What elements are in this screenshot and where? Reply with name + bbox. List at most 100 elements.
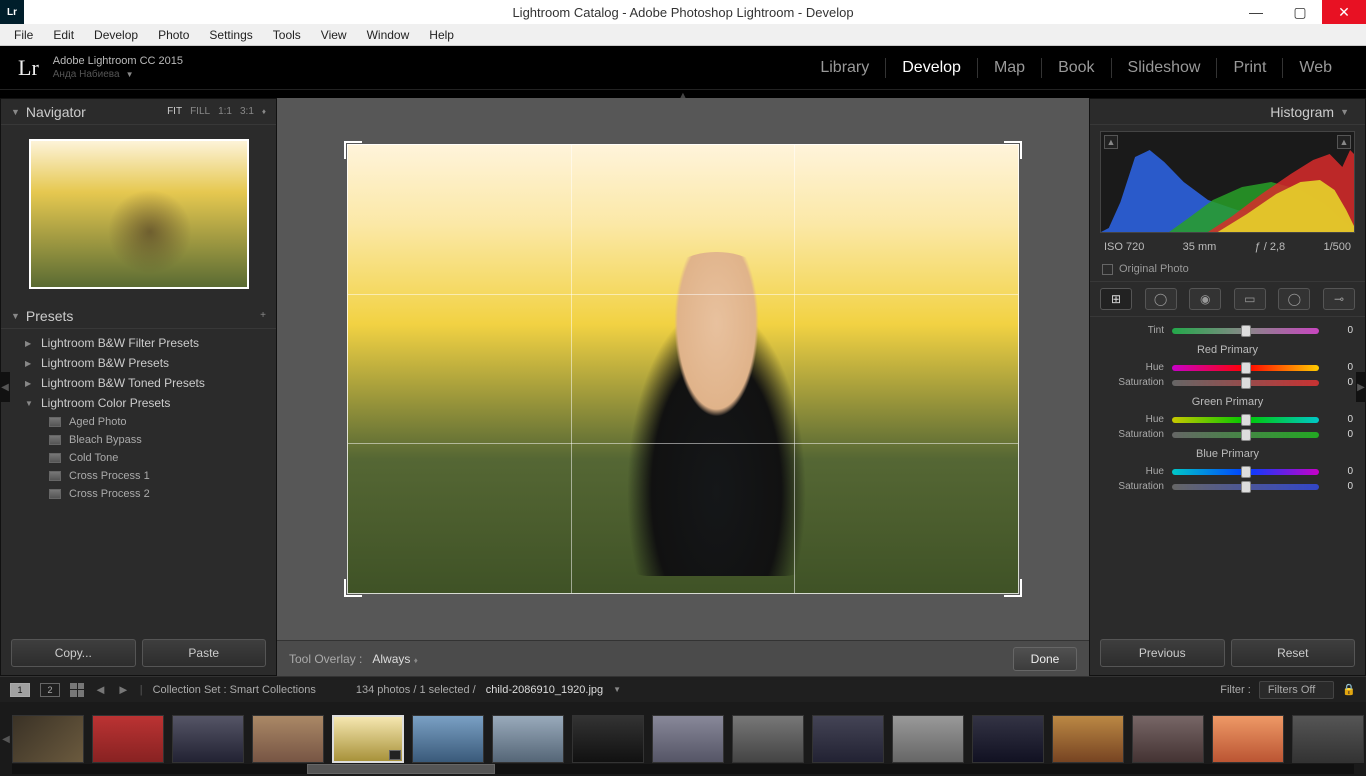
radial-tool[interactable]: ◯ bbox=[1278, 288, 1310, 310]
filmstrip-thumb[interactable] bbox=[572, 715, 644, 763]
done-button[interactable]: Done bbox=[1013, 647, 1077, 671]
image-canvas-area[interactable] bbox=[277, 98, 1089, 640]
crop-handle-tr[interactable] bbox=[1004, 141, 1022, 159]
filter-dropdown[interactable]: Filters Off bbox=[1259, 681, 1334, 699]
saturation-slider-row[interactable]: Saturation0 bbox=[1102, 375, 1353, 390]
filmstrip-thumb[interactable] bbox=[412, 715, 484, 763]
monitor-1-button[interactable]: 1 bbox=[10, 683, 30, 697]
menu-tools[interactable]: Tools bbox=[263, 26, 311, 44]
gradient-tool[interactable]: ▭ bbox=[1234, 288, 1266, 310]
crop-handle-br[interactable] bbox=[1004, 579, 1022, 597]
presets-header[interactable]: ▼Presets + bbox=[1, 303, 276, 329]
menu-file[interactable]: File bbox=[4, 26, 43, 44]
saturation-slider-row[interactable]: Saturation0 bbox=[1102, 427, 1353, 442]
filmstrip-thumb[interactable] bbox=[1292, 715, 1364, 763]
hue-slider-row[interactable]: Hue0 bbox=[1102, 412, 1353, 427]
identity-plate-user[interactable]: Анда Набиева▼ bbox=[53, 69, 183, 80]
menu-settings[interactable]: Settings bbox=[199, 26, 262, 44]
prev-photo-icon[interactable]: ◄ bbox=[94, 682, 107, 697]
tint-slider-row[interactable]: Tint 0 bbox=[1102, 323, 1353, 338]
filmstrip-thumb[interactable] bbox=[652, 715, 724, 763]
filename[interactable]: child-2086910_1920.jpg bbox=[486, 684, 603, 696]
filmstrip-thumb[interactable] bbox=[332, 715, 404, 763]
module-develop[interactable]: Develop bbox=[886, 58, 978, 78]
maximize-button[interactable]: ▢ bbox=[1278, 0, 1322, 24]
zoom-fill[interactable]: FILL bbox=[190, 106, 210, 117]
filmstrip-thumb[interactable] bbox=[492, 715, 564, 763]
reset-button[interactable]: Reset bbox=[1231, 639, 1356, 667]
module-web[interactable]: Web bbox=[1283, 58, 1348, 78]
right-panel-collapse[interactable]: ▶ bbox=[1356, 372, 1366, 402]
preset-item[interactable]: Cross Process 2 bbox=[1, 485, 276, 503]
brush-tool[interactable]: ⊸ bbox=[1323, 288, 1355, 310]
filmstrip-thumb[interactable] bbox=[1212, 715, 1284, 763]
original-photo-row[interactable]: Original Photo bbox=[1090, 259, 1365, 282]
module-library[interactable]: Library bbox=[804, 58, 886, 78]
close-button[interactable]: ✕ bbox=[1322, 0, 1366, 24]
spot-tool[interactable]: ◯ bbox=[1145, 288, 1177, 310]
saturation-slider-row[interactable]: Saturation0 bbox=[1102, 479, 1353, 494]
zoom-more-icon[interactable]: ♦ bbox=[262, 107, 266, 116]
module-slideshow[interactable]: Slideshow bbox=[1112, 58, 1218, 78]
filmstrip-scrollbar[interactable] bbox=[12, 764, 1354, 774]
histogram-header[interactable]: Histogram▼ bbox=[1090, 99, 1365, 125]
paste-button[interactable]: Paste bbox=[142, 639, 267, 667]
original-photo-checkbox[interactable] bbox=[1102, 264, 1113, 275]
zoom-1-1[interactable]: 1:1 bbox=[218, 106, 232, 117]
filmstrip-thumb[interactable] bbox=[1052, 715, 1124, 763]
histogram-display[interactable]: ▲ ▲ bbox=[1100, 131, 1355, 233]
hue-slider-row[interactable]: Hue0 bbox=[1102, 464, 1353, 479]
preset-item[interactable]: Cold Tone bbox=[1, 449, 276, 467]
preset-group[interactable]: ▼Lightroom Color Presets bbox=[1, 393, 276, 413]
filmstrip-thumb[interactable] bbox=[1132, 715, 1204, 763]
crop-tool[interactable]: ⊞ bbox=[1100, 288, 1132, 310]
grid-view-icon[interactable] bbox=[70, 683, 84, 697]
filmstrip-thumb[interactable] bbox=[172, 715, 244, 763]
left-panel-collapse[interactable]: ◀ bbox=[0, 372, 10, 402]
filmstrip-thumb[interactable] bbox=[92, 715, 164, 763]
menu-window[interactable]: Window bbox=[357, 26, 420, 44]
zoom-3-1[interactable]: 3:1 bbox=[240, 106, 254, 117]
preset-item[interactable]: Bleach Bypass bbox=[1, 431, 276, 449]
navigator-preview[interactable] bbox=[1, 125, 276, 303]
filter-lock-icon[interactable]: 🔒 bbox=[1342, 683, 1356, 696]
collection-path[interactable]: Collection Set : Smart Collections bbox=[153, 684, 316, 696]
filmstrip-left-arrow[interactable]: ◀ bbox=[1, 724, 11, 754]
hue-slider-row[interactable]: Hue0 bbox=[1102, 360, 1353, 375]
zoom-fit[interactable]: FIT bbox=[167, 106, 182, 117]
menu-help[interactable]: Help bbox=[419, 26, 464, 44]
monitor-2-button[interactable]: 2 bbox=[40, 683, 60, 697]
menu-edit[interactable]: Edit bbox=[43, 26, 84, 44]
next-photo-icon[interactable]: ► bbox=[117, 682, 130, 697]
preset-group[interactable]: ▶Lightroom B&W Presets bbox=[1, 353, 276, 373]
top-panel-collapse[interactable]: ▲ bbox=[0, 90, 1366, 98]
minimize-button[interactable]: — bbox=[1234, 0, 1278, 24]
menu-photo[interactable]: Photo bbox=[148, 26, 199, 44]
filmstrip-thumb[interactable] bbox=[252, 715, 324, 763]
redeye-tool[interactable]: ◉ bbox=[1189, 288, 1221, 310]
menu-view[interactable]: View bbox=[311, 26, 357, 44]
add-preset-icon[interactable]: + bbox=[260, 310, 266, 321]
crop-handle-bl[interactable] bbox=[344, 579, 362, 597]
menu-develop[interactable]: Develop bbox=[84, 26, 148, 44]
filmstrip-thumb[interactable] bbox=[12, 715, 84, 763]
filmstrip[interactable]: ◀ ▶ bbox=[0, 702, 1366, 776]
preset-group[interactable]: ▶Lightroom B&W Toned Presets bbox=[1, 373, 276, 393]
preset-item[interactable]: Cross Process 1 bbox=[1, 467, 276, 485]
crop-overlay[interactable] bbox=[347, 144, 1019, 594]
preset-item[interactable]: Aged Photo bbox=[1, 413, 276, 431]
filmstrip-thumb[interactable] bbox=[812, 715, 884, 763]
module-print[interactable]: Print bbox=[1217, 58, 1283, 78]
navigator-header[interactable]: ▼Navigator FITFILL1:13:1♦ bbox=[1, 99, 276, 125]
preset-group[interactable]: ▶Lightroom B&W Filter Presets bbox=[1, 333, 276, 353]
filmstrip-thumb[interactable] bbox=[732, 715, 804, 763]
filmstrip-thumb[interactable] bbox=[892, 715, 964, 763]
image-canvas[interactable] bbox=[347, 144, 1019, 594]
module-map[interactable]: Map bbox=[978, 58, 1042, 78]
copy-button[interactable]: Copy... bbox=[11, 639, 136, 667]
previous-button[interactable]: Previous bbox=[1100, 639, 1225, 667]
module-book[interactable]: Book bbox=[1042, 58, 1111, 78]
filmstrip-thumb[interactable] bbox=[972, 715, 1044, 763]
crop-handle-tl[interactable] bbox=[344, 141, 362, 159]
tool-overlay-dropdown[interactable]: Always ♦ bbox=[372, 652, 417, 666]
